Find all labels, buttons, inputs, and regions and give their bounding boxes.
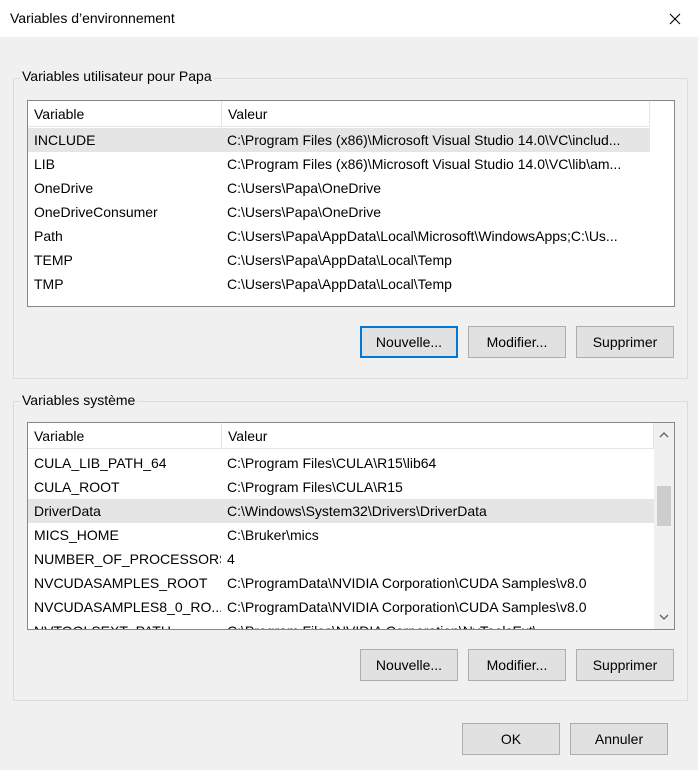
user-variables-group-label: Variables utilisateur pour Papa: [20, 68, 214, 84]
variable-name-cell: TEMP: [34, 252, 73, 268]
user-edit-button[interactable]: Modifier...: [468, 326, 566, 358]
variable-value-cell: C:\Program Files\CULA\R15\lib64: [227, 455, 437, 471]
table-row[interactable]: NVCUDASAMPLES_ROOT C:\ProgramData\NVIDIA …: [28, 571, 654, 595]
table-row[interactable]: INCLUDE C:\Program Files (x86)\Microsoft …: [28, 128, 650, 152]
close-button[interactable]: [652, 0, 698, 37]
variable-name-cell: INCLUDE: [34, 132, 96, 148]
variable-value-cell: C:\ProgramData\NVIDIA Corporation\CUDA S…: [227, 575, 587, 591]
variable-value-cell: C:\Users\Papa\AppData\Local\Microsoft\Wi…: [227, 228, 618, 244]
variable-value-cell: C:\Windows\System32\Drivers\DriverData: [227, 503, 487, 519]
variable-value-cell: C:\Program Files (x86)\Microsoft Visual …: [227, 156, 622, 172]
environment-variables-dialog: Variables d’environnement Variables util…: [0, 0, 698, 770]
system-new-button[interactable]: Nouvelle...: [360, 649, 458, 681]
user-variables-header: Variable Valeur: [28, 101, 650, 127]
chevron-up-icon: [659, 432, 669, 438]
variable-name-cell: MICS_HOME: [34, 527, 119, 543]
system-variables-group-label: Variables système: [20, 392, 138, 408]
system-delete-button[interactable]: Supprimer: [576, 649, 674, 681]
system-variables-header: Variable Valeur: [28, 423, 654, 449]
ok-button[interactable]: OK: [462, 723, 560, 755]
system-list-scrollbar[interactable]: [654, 423, 674, 629]
variable-name-cell: TMP: [34, 276, 64, 292]
variable-value-cell: C:\Users\Papa\OneDrive: [227, 180, 382, 196]
variable-value-cell: 4: [227, 551, 235, 567]
variable-name-cell: CULA_LIB_PATH_64: [34, 455, 167, 471]
scroll-down-button[interactable]: [654, 607, 674, 627]
table-row[interactable]: NUMBER_OF_PROCESSORS 4: [28, 547, 654, 571]
scroll-up-button[interactable]: [654, 425, 674, 445]
table-row[interactable]: LIB C:\Program Files (x86)\Microsoft Visu…: [28, 152, 650, 176]
variable-value-cell: C:\Program Files\CULA\R15: [227, 479, 403, 495]
column-header-variable[interactable]: Variable: [28, 101, 222, 127]
variable-value-cell: C:\Program Files (x86)\Microsoft Visual …: [227, 132, 621, 148]
system-variables-list[interactable]: Variable Valeur CULA_LIB_PATH_64 C:\Progr…: [27, 422, 675, 630]
variable-name-cell: LIB: [34, 156, 56, 172]
title-bar: Variables d’environnement: [0, 0, 698, 37]
table-row[interactable]: MICS_HOME C:\Bruker\mics: [28, 523, 654, 547]
column-header-variable[interactable]: Variable: [28, 423, 222, 449]
table-row[interactable]: TMP C:\Users\Papa\AppData\Local\Temp: [28, 272, 650, 296]
table-row[interactable]: OneDrive C:\Users\Papa\OneDrive: [28, 176, 650, 200]
close-icon: [669, 13, 681, 24]
user-new-button[interactable]: Nouvelle...: [360, 326, 458, 358]
scroll-thumb[interactable]: [657, 486, 671, 526]
variable-name-cell: NVCUDASAMPLES8_0_RO...: [34, 599, 221, 615]
variable-value-cell: C:\ProgramData\NVIDIA Corporation\CUDA S…: [227, 599, 587, 615]
variable-name-cell: CULA_ROOT: [34, 479, 120, 495]
column-header-value[interactable]: Valeur: [222, 101, 650, 127]
table-row[interactable]: TEMP C:\Users\Papa\AppData\Local\Temp: [28, 248, 650, 272]
system-edit-button[interactable]: Modifier...: [468, 649, 566, 681]
variable-value-cell: C:\Users\Papa\OneDrive: [227, 204, 382, 220]
table-row[interactable]: Path C:\Users\Papa\AppData\Local\Microsof…: [28, 224, 650, 248]
variable-name-cell: OneDriveConsumer: [34, 204, 158, 220]
user-variables-list[interactable]: Variable Valeur INCLUDE C:\Program Files …: [27, 100, 675, 307]
table-row[interactable]: NVCUDASAMPLES8_0_RO... C:\ProgramData\NVI…: [28, 595, 654, 619]
table-row[interactable]: DriverData C:\Windows\System32\Drivers\Dr…: [28, 499, 654, 523]
variable-name-cell: NUMBER_OF_PROCESSORS: [34, 551, 221, 567]
variable-value-cell: C:\Users\Papa\AppData\Local\Temp: [227, 252, 452, 268]
chevron-down-icon: [659, 614, 669, 620]
table-row[interactable]: NVTOOLSEXT_PATHC:\Program Files\NVIDIA C…: [28, 619, 654, 629]
variable-name-cell: NVCUDASAMPLES_ROOT: [34, 575, 208, 591]
variable-value-cell: C:\Users\Papa\AppData\Local\Temp: [227, 276, 452, 292]
column-header-value[interactable]: Valeur: [222, 423, 654, 449]
window-title: Variables d’environnement: [10, 10, 175, 26]
table-row[interactable]: OneDriveConsumer C:\Users\Papa\OneDrive: [28, 200, 650, 224]
user-delete-button[interactable]: Supprimer: [576, 326, 674, 358]
variable-value-cell: C:\Bruker\mics: [227, 527, 319, 543]
variable-name-cell: Path: [34, 228, 63, 244]
table-row[interactable]: CULA_ROOT C:\Program Files\CULA\R15: [28, 475, 654, 499]
cancel-button[interactable]: Annuler: [570, 723, 668, 755]
variable-name-cell: DriverData: [34, 503, 101, 519]
variable-value-cell: C:\Program Files\NVIDIA Corporation\NvTo…: [221, 619, 649, 629]
variable-name-cell: OneDrive: [34, 180, 94, 196]
table-row[interactable]: CULA_LIB_PATH_64 C:\Program Files\CULA\R1…: [28, 451, 654, 475]
variable-name-cell: NVTOOLSEXT_PATH: [28, 619, 221, 629]
